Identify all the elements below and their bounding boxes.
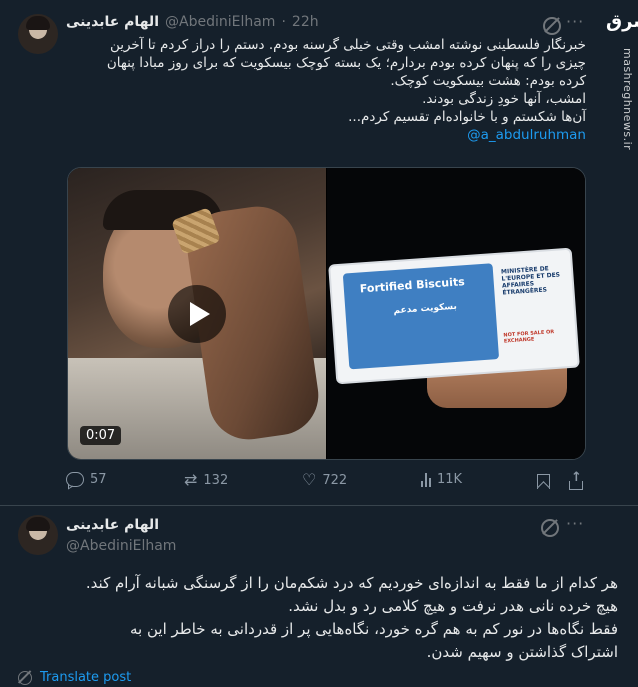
translate-label: Translate post bbox=[40, 670, 132, 685]
heart-icon: ♡ bbox=[302, 470, 317, 489]
repost-icon: ⇄ bbox=[184, 470, 198, 489]
action-bar: 57 ⇄ 132 ♡ 722 11K bbox=[66, 470, 586, 494]
tweet-line: اشتراک گذاشتن و سهیم شدن. bbox=[426, 643, 618, 661]
user-handle[interactable]: @AbediniElham bbox=[165, 14, 275, 30]
grok-icon[interactable] bbox=[543, 17, 561, 35]
mention-link[interactable]: @a_abdulruhman bbox=[467, 127, 586, 143]
video-frame[interactable]: 0:07 bbox=[68, 168, 326, 459]
tweet-line: چیزی را که پنهان کرده بودم بردارم؛ یک بس… bbox=[106, 55, 586, 71]
like-button[interactable]: ♡ 722 bbox=[302, 472, 347, 488]
like-count: 722 bbox=[322, 472, 348, 488]
package-notice: NOT FOR SALE OR EXCHANGE bbox=[503, 329, 555, 345]
tweet-line: امشب، آنها خودِ زندگی بودند. bbox=[422, 91, 586, 107]
grok-icon[interactable] bbox=[541, 519, 559, 537]
tweet-line: هر کدام از ما فقط به اندازه‌ای خوردیم که… bbox=[85, 574, 618, 592]
watermark-text: mashreghnews.ir bbox=[621, 48, 634, 151]
more-options-button[interactable]: ··· bbox=[566, 12, 584, 31]
biscuit-package-image[interactable]: Fortified Biscuits بسکویت مدعم MINISTÈRE… bbox=[327, 168, 585, 459]
tweet-text: خبرنگار فلسطینی نوشته امشب وقتی خیلی گرس… bbox=[66, 36, 586, 144]
post-time[interactable]: 22h bbox=[292, 14, 319, 30]
tweet-line: هیچ خرده نانی هدر نرفت و هیچ کلامی رد و … bbox=[288, 597, 618, 615]
repost-count: 132 bbox=[203, 472, 229, 488]
views-icon bbox=[421, 472, 431, 487]
divider bbox=[0, 505, 638, 506]
separator-dot: · bbox=[281, 14, 286, 30]
avatar[interactable] bbox=[18, 14, 58, 54]
display-name[interactable]: الهام عابدینی bbox=[66, 517, 159, 533]
display-name[interactable]: الهام عابدینی bbox=[66, 14, 159, 30]
tweet-text: هر کدام از ما فقط به اندازه‌ای خوردیم که… bbox=[18, 572, 618, 664]
views-count: 11K bbox=[437, 472, 463, 487]
more-options-button[interactable]: ··· bbox=[566, 514, 584, 533]
tweet-line: خبرنگار فلسطینی نوشته امشب وقتی خیلی گرس… bbox=[109, 37, 586, 53]
grok-icon bbox=[18, 670, 32, 685]
package-ministry: MINISTÈRE DE L'EUROPE ET DES AFFAIRES ÉT… bbox=[500, 265, 561, 297]
user-handle[interactable]: @AbediniElham bbox=[66, 538, 176, 554]
video-player[interactable]: 0:07 Fortified Biscuits بسکویت مدعم MINI… bbox=[67, 167, 586, 460]
video-duration: 0:07 bbox=[80, 426, 122, 445]
share-icon bbox=[569, 470, 583, 490]
watermark-logo: مشرق bbox=[606, 11, 638, 32]
translate-post-button[interactable]: Translate post bbox=[18, 670, 131, 685]
bookmark-button[interactable] bbox=[537, 474, 550, 489]
tweet-1[interactable]: الهام عابدینی @AbediniElham · 22h ··· خب… bbox=[0, 0, 638, 505]
views-button[interactable]: 11K bbox=[421, 472, 462, 487]
tweet-line: فقط نگاه‌ها در نور کم به هم گره خورد، نگ… bbox=[129, 620, 618, 638]
play-button[interactable] bbox=[168, 285, 226, 343]
repost-button[interactable]: ⇄ 132 bbox=[184, 472, 228, 488]
bookmark-icon bbox=[537, 474, 550, 489]
tweet-header: الهام عابدینی @AbediniElham · 22h bbox=[66, 14, 319, 30]
tweet-line: آن‌ها شکستم و با خانواده‌ام تقسیم کردم..… bbox=[348, 109, 586, 125]
share-button[interactable] bbox=[569, 470, 583, 490]
avatar[interactable] bbox=[18, 515, 58, 555]
reply-button[interactable]: 57 bbox=[66, 472, 107, 487]
biscuit-package: Fortified Biscuits بسکویت مدعم MINISTÈRE… bbox=[328, 247, 580, 385]
tweet-line: کرده بودم: هشت بیسکویت کوچک. bbox=[390, 73, 586, 89]
reply-count: 57 bbox=[90, 472, 107, 487]
reply-icon bbox=[66, 472, 84, 487]
